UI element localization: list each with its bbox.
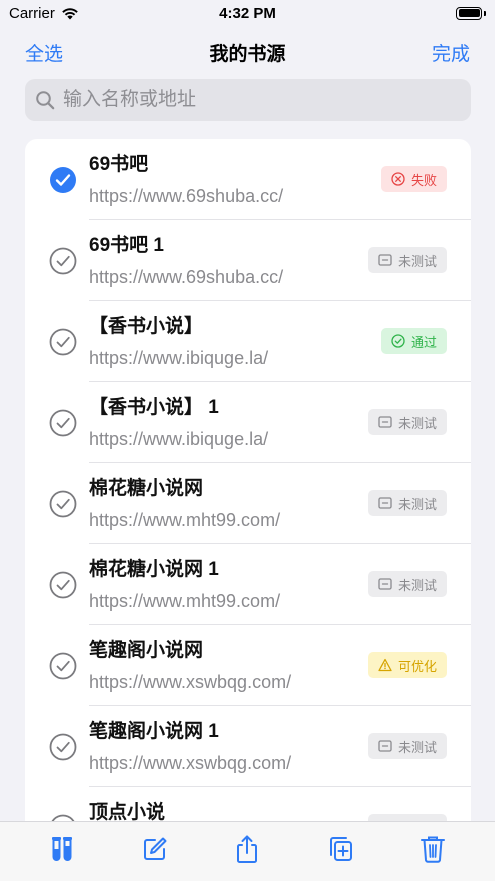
source-name: 【香书小说】 1 — [89, 397, 219, 418]
source-name: 笔趣阁小说网 1 — [89, 721, 219, 742]
minus-square-icon — [378, 739, 392, 753]
minus-square-icon — [378, 577, 392, 591]
minus-square-icon — [378, 496, 392, 510]
edit-icon — [143, 837, 167, 860]
row-checkbox-checked[interactable] — [49, 166, 77, 194]
source-row-3[interactable]: 【香书小说】 https://www.ibiquge.la/ 通过 — [25, 301, 471, 382]
status-label: 未测试 — [397, 253, 437, 269]
source-row-8[interactable]: 笔趣阁小说网 1 https://www.xswbqg.com/ 未测试 — [25, 706, 471, 787]
source-list: 69书吧 https://www.69shuba.cc/ 失败 69书吧 1 h… — [25, 139, 471, 839]
edit-button[interactable] — [139, 833, 171, 865]
source-name: 69书吧 — [89, 154, 149, 175]
source-url: https://www.mht99.com/ — [89, 510, 281, 530]
source-url: https://www.69shuba.cc/ — [89, 267, 284, 287]
test-sources-button[interactable] — [46, 833, 78, 865]
warning-icon — [378, 658, 392, 672]
status-badge: 失败 — [380, 166, 447, 192]
unchecked-circle-icon — [49, 733, 77, 761]
status-badge: 未测试 — [367, 247, 447, 273]
status-badge: 通过 — [380, 328, 447, 354]
source-texts: 棉花糖小说网 https://www.mht99.com/ — [89, 477, 280, 532]
unchecked-circle-icon — [49, 409, 77, 437]
source-name: 【香书小说】 — [89, 316, 204, 337]
source-url: https://www.ibiquge.la/ — [89, 348, 269, 368]
row-checkbox[interactable] — [49, 733, 77, 761]
share-button[interactable] — [231, 833, 263, 865]
delete-button[interactable] — [417, 833, 449, 865]
source-texts: 69书吧 https://www.69shuba.cc/ — [89, 153, 283, 208]
row-checkbox[interactable] — [49, 328, 77, 356]
page-title: 我的书源 — [209, 43, 286, 65]
carrier-group: Carrier — [9, 5, 79, 22]
search-input[interactable] — [63, 89, 461, 111]
row-checkbox[interactable] — [49, 247, 77, 275]
trash-icon — [420, 836, 445, 863]
row-checkbox[interactable] — [49, 409, 77, 437]
search-bar[interactable] — [25, 79, 471, 121]
checked-circle-icon — [50, 167, 76, 193]
duplicate-button[interactable] — [324, 833, 356, 865]
source-url: https://www.69shuba.cc/ — [89, 186, 284, 206]
done-button[interactable]: 完成 — [432, 39, 470, 66]
source-texts: 棉花糖小说网 1 https://www.mht99.com/ — [89, 558, 280, 613]
bottom-toolbar — [0, 821, 495, 881]
source-row-7[interactable]: 笔趣阁小说网 https://www.xswbqg.com/ 可优化 — [25, 625, 471, 706]
status-label: 未测试 — [397, 415, 437, 431]
source-texts: 【香书小说】 https://www.ibiquge.la/ — [89, 315, 268, 370]
source-name: 棉花糖小说网 1 — [89, 559, 219, 580]
row-checkbox[interactable] — [49, 652, 77, 680]
source-url: https://www.mht99.com/ — [89, 591, 281, 611]
source-name: 69书吧 1 — [89, 235, 164, 256]
status-label: 未测试 — [397, 496, 437, 512]
x-circle-icon — [391, 172, 405, 186]
source-row-4[interactable]: 【香书小说】 1 https://www.ibiquge.la/ 未测试 — [25, 382, 471, 463]
source-row-2[interactable]: 69书吧 1 https://www.69shuba.cc/ 未测试 — [25, 220, 471, 301]
battery-icon — [456, 6, 486, 20]
navigation-bar: 全选 我的书源 完成 — [0, 34, 495, 70]
source-url: https://www.xswbqg.com/ — [89, 672, 292, 692]
unchecked-circle-icon — [49, 652, 77, 680]
minus-square-icon — [378, 253, 392, 267]
source-texts: 69书吧 1 https://www.69shuba.cc/ — [89, 234, 283, 289]
share-icon — [237, 835, 258, 863]
source-url: https://www.ibiquge.la/ — [89, 429, 269, 449]
status-badge: 可优化 — [367, 652, 447, 678]
check-circle-icon — [391, 334, 405, 348]
status-bar: Carrier 4:32 PM — [0, 0, 495, 26]
select-all-button[interactable]: 全选 — [25, 39, 63, 66]
status-badge: 未测试 — [367, 571, 447, 597]
source-row-5[interactable]: 棉花糖小说网 https://www.mht99.com/ 未测试 — [25, 463, 471, 544]
source-name: 棉花糖小说网 — [89, 478, 204, 499]
status-label: 未测试 — [397, 739, 437, 755]
carrier-label: Carrier — [9, 4, 55, 22]
unchecked-circle-icon — [49, 490, 77, 518]
status-label: 未测试 — [397, 577, 437, 593]
wifi-icon — [62, 8, 78, 20]
unchecked-circle-icon — [49, 328, 77, 356]
status-badge: 未测试 — [367, 409, 447, 435]
test-tubes-icon — [52, 836, 73, 861]
add-copy-icon — [330, 836, 353, 861]
unchecked-circle-icon — [49, 571, 77, 599]
source-row-6[interactable]: 棉花糖小说网 1 https://www.mht99.com/ 未测试 — [25, 544, 471, 625]
source-url: https://www.xswbqg.com/ — [89, 753, 292, 773]
source-texts: 笔趣阁小说网 1 https://www.xswbqg.com/ — [89, 720, 291, 775]
source-name: 笔趣阁小说网 — [89, 640, 204, 661]
status-label: 可优化 — [397, 658, 437, 674]
search-icon — [36, 91, 55, 110]
status-badge: 未测试 — [367, 490, 447, 516]
source-row-1[interactable]: 69书吧 https://www.69shuba.cc/ 失败 — [25, 139, 471, 220]
status-badge: 未测试 — [367, 733, 447, 759]
row-checkbox[interactable] — [49, 490, 77, 518]
unchecked-circle-icon — [49, 247, 77, 275]
source-texts: 【香书小说】 1 https://www.ibiquge.la/ — [89, 396, 268, 451]
minus-square-icon — [378, 415, 392, 429]
status-label: 失败 — [410, 172, 437, 188]
source-texts: 笔趣阁小说网 https://www.xswbqg.com/ — [89, 639, 291, 694]
row-checkbox[interactable] — [49, 571, 77, 599]
status-label: 通过 — [410, 334, 437, 350]
